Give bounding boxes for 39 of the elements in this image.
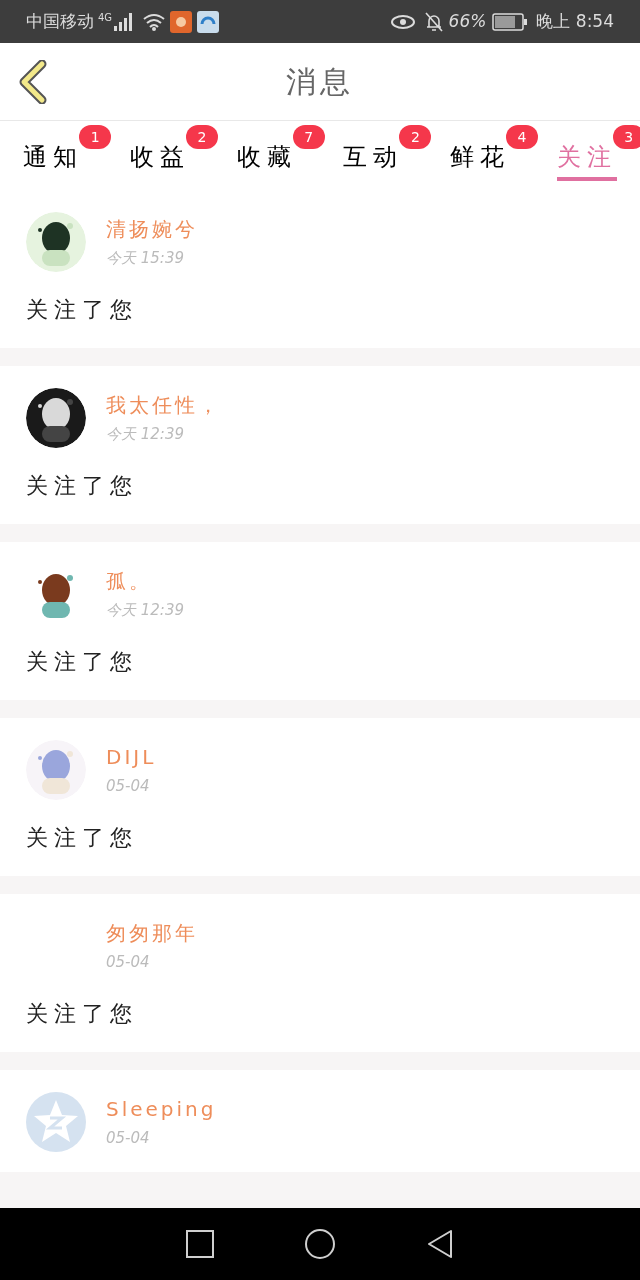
network-type: 4G bbox=[98, 11, 113, 25]
battery-icon bbox=[492, 12, 529, 31]
count-badge: 4 bbox=[506, 125, 538, 149]
user-name[interactable]: 清扬婉兮 bbox=[106, 212, 198, 246]
battery-percent: 66% bbox=[448, 9, 487, 33]
carrier-name: 中国移动 bbox=[26, 9, 94, 33]
page-title: 消息 bbox=[286, 63, 354, 101]
timestamp: 05-04 bbox=[106, 776, 151, 797]
timestamp: 05-04 bbox=[106, 952, 151, 973]
timestamp: 05-04 bbox=[106, 1128, 151, 1149]
home-button[interactable] bbox=[305, 1229, 335, 1259]
app-icon bbox=[197, 10, 220, 33]
message-text: 关注了您 bbox=[26, 648, 139, 676]
message-text: 关注了您 bbox=[26, 296, 139, 324]
count-badge: 2 bbox=[399, 125, 432, 149]
user-name[interactable]: DIJL bbox=[106, 740, 157, 774]
muted-bell-icon bbox=[424, 11, 443, 32]
wifi-icon bbox=[142, 12, 167, 31]
message-text: 关注了您 bbox=[26, 1000, 139, 1028]
user-name[interactable]: 孤。 bbox=[106, 564, 184, 598]
timestamp: 今天 12:39 bbox=[106, 424, 185, 445]
app-icon bbox=[170, 10, 193, 33]
star-avatar-icon bbox=[26, 1092, 86, 1152]
message-text: 关注了您 bbox=[26, 472, 139, 500]
eye-icon bbox=[390, 13, 415, 30]
count-badge: 2 bbox=[186, 125, 218, 149]
recent-apps-button[interactable] bbox=[185, 1230, 214, 1258]
count-badge: 3 bbox=[612, 125, 640, 149]
back-nav-button[interactable] bbox=[426, 1229, 455, 1259]
timestamp: 今天 15:39 bbox=[106, 248, 185, 269]
user-name[interactable]: 我太任性， bbox=[106, 388, 221, 422]
timestamp: 今天 12:39 bbox=[106, 600, 184, 621]
clock: 晚上 8:54 bbox=[536, 9, 614, 33]
user-name[interactable]: Sleeping bbox=[106, 1092, 217, 1126]
message-text: 关注了您 bbox=[26, 824, 139, 852]
signal-icon bbox=[114, 12, 135, 31]
count-badge: 1 bbox=[79, 125, 112, 149]
user-name[interactable]: 匆匆那年 bbox=[106, 916, 198, 950]
count-badge: 7 bbox=[292, 125, 325, 149]
